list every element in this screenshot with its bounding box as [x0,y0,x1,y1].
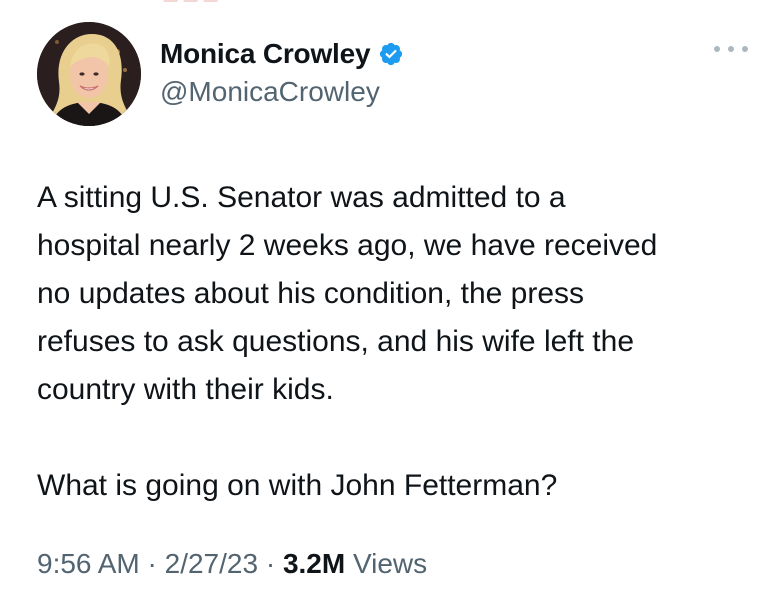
tweet-text-line: What is going on with John Fetterman? [37,469,558,502]
avatar-photo [37,22,141,126]
tweet-text-line: no updates about his condition, the pres… [37,277,585,310]
tweet-text-line: country with their kids. [37,373,334,406]
tweet-meta: 9:56 AM · 2/27/23 · 3.2M Views [37,548,427,580]
tweet-text: A sitting U.S. Senator was admitted to a… [37,174,752,510]
tweet-text-line: A sitting U.S. Senator was admitted to a [37,181,566,214]
meta-separator: · [265,548,276,579]
author-handle[interactable]: @MonicaCrowley [160,76,404,108]
views-count[interactable]: 3.2M [283,548,345,579]
more-options-icon[interactable] [714,44,748,54]
tweet-date[interactable]: 2/27/23 [165,548,258,579]
author-info: Monica Crowley @MonicaCrowley [160,36,404,108]
tweet-text-line: refuses to ask questions, and his wife l… [37,325,634,358]
author-display-name[interactable]: Monica Crowley [160,38,371,70]
tweet-text-line: hospital nearly 2 weeks ago, we have rec… [37,229,658,262]
meta-separator: · [147,548,157,579]
avatar[interactable] [37,22,141,126]
tweet-time[interactable]: 9:56 AM [37,548,140,579]
tweet-card: Monica Crowley @MonicaCrowley A sitting … [0,0,768,608]
name-row: Monica Crowley [160,36,404,72]
views-label: Views [352,548,428,579]
verified-badge-icon [378,41,404,67]
